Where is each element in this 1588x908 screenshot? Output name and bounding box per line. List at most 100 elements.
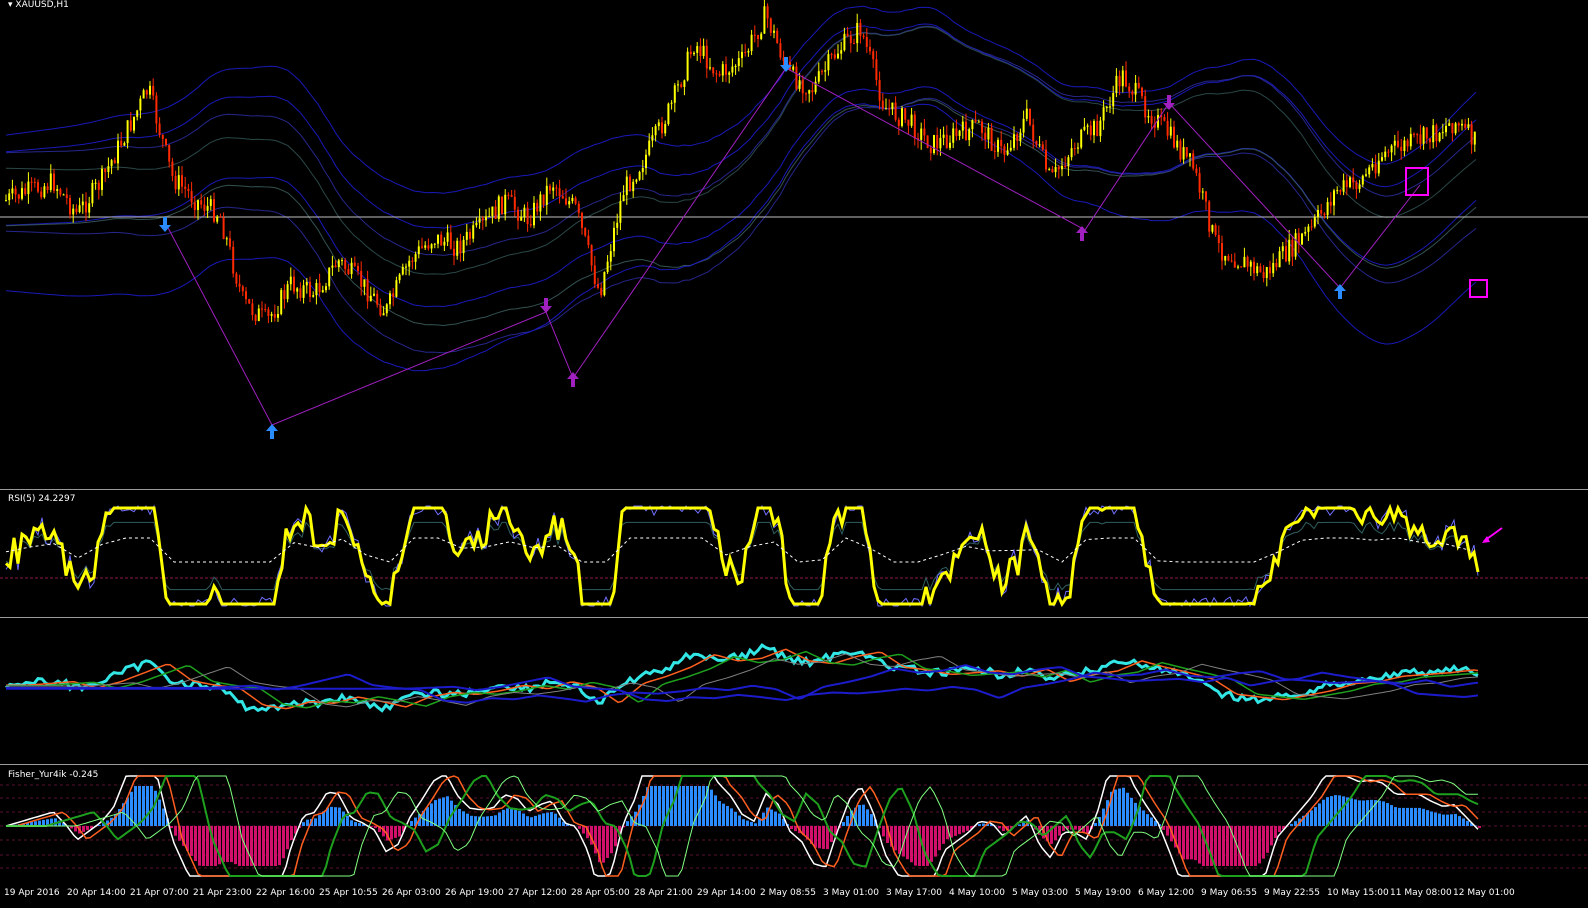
candle-body bbox=[369, 295, 372, 302]
candle-body bbox=[344, 260, 347, 269]
fisher-histogram-bar bbox=[1322, 799, 1325, 826]
envelope-band bbox=[5, 97, 1477, 354]
candle-body bbox=[657, 122, 660, 127]
candle-body bbox=[625, 176, 628, 196]
candle-body bbox=[293, 276, 295, 292]
fisher-histogram-bar bbox=[226, 826, 229, 863]
time-axis-label: 25 Apr 10:55 bbox=[319, 888, 378, 898]
fisher-histogram-bar bbox=[626, 821, 629, 826]
candle-body bbox=[878, 80, 881, 101]
candle-body bbox=[97, 182, 100, 190]
candle-body bbox=[334, 265, 337, 268]
fisher-histogram-bar bbox=[482, 816, 485, 826]
up-arrow-icon bbox=[567, 372, 579, 387]
candle-body bbox=[929, 147, 932, 153]
fisher-histogram-bar bbox=[894, 826, 897, 851]
candle-body bbox=[805, 93, 807, 95]
fisher-histogram-bar bbox=[374, 826, 377, 829]
candle-body bbox=[760, 33, 763, 39]
fisher-histogram-bar bbox=[162, 808, 165, 826]
candle-body bbox=[1345, 180, 1348, 188]
candle-body bbox=[1445, 125, 1447, 133]
candle-body bbox=[1208, 201, 1211, 232]
candle-body bbox=[475, 222, 478, 226]
candle-body bbox=[1080, 129, 1083, 148]
candle-body bbox=[1022, 118, 1025, 133]
candle-body bbox=[1249, 261, 1252, 267]
candle-body bbox=[1185, 147, 1188, 157]
candle-body bbox=[200, 200, 203, 205]
candle-body bbox=[328, 267, 331, 287]
candle-body bbox=[533, 202, 535, 226]
pane-divider-rsi[interactable] bbox=[0, 489, 1588, 490]
fisher-histogram-bar bbox=[302, 822, 305, 826]
candle-body bbox=[1003, 146, 1006, 155]
price-pane[interactable] bbox=[0, 0, 1588, 908]
fisher-histogram-bar bbox=[954, 826, 957, 836]
candle-body bbox=[254, 314, 257, 321]
candle-body bbox=[549, 185, 551, 191]
fisher-histogram-bar bbox=[718, 801, 721, 826]
pane-divider-fisher[interactable] bbox=[0, 764, 1588, 765]
candle-body bbox=[325, 286, 327, 291]
candle-body bbox=[536, 202, 539, 212]
candle-body bbox=[987, 127, 990, 140]
candle-body bbox=[958, 130, 961, 136]
candle-body bbox=[1448, 123, 1451, 126]
fisher-histogram-bar bbox=[278, 826, 281, 866]
fisher-histogram-bar bbox=[1382, 801, 1385, 826]
candle-body bbox=[891, 102, 894, 110]
fisher-histogram-bar bbox=[1146, 814, 1149, 826]
candle-body bbox=[190, 191, 193, 203]
candle-body bbox=[1128, 86, 1131, 92]
fisher-histogram-bar bbox=[1406, 807, 1409, 826]
fisher-histogram-bar bbox=[206, 826, 209, 866]
candle-body bbox=[430, 244, 433, 249]
candle-body bbox=[1368, 167, 1371, 175]
fisher-histogram-bar bbox=[1162, 826, 1165, 830]
fisher-histogram-bar bbox=[1386, 803, 1389, 826]
candle-body bbox=[309, 281, 311, 297]
fisher-histogram-bar bbox=[746, 820, 749, 826]
candle-body bbox=[715, 73, 718, 75]
candle-body bbox=[1313, 217, 1316, 227]
fisher-histogram-bar bbox=[938, 826, 941, 851]
fisher-histogram-bar bbox=[466, 813, 469, 826]
candle-body bbox=[1099, 120, 1102, 137]
candle-body bbox=[437, 234, 439, 244]
fisher-histogram-bar bbox=[682, 786, 685, 826]
candle-body bbox=[376, 293, 379, 305]
fisher-histogram-bar bbox=[1434, 812, 1437, 826]
fisher-histogram-bar bbox=[270, 826, 273, 866]
candle-body bbox=[203, 204, 206, 211]
candle-body bbox=[5, 200, 7, 202]
candle-body bbox=[392, 293, 395, 297]
trading-chart-window[interactable]: ▾ XAUUSD,H1 RSI(5) 24.2297 Fisher_Yur4ik… bbox=[0, 0, 1588, 908]
candle-body bbox=[1397, 140, 1399, 147]
candle-body bbox=[1288, 239, 1291, 262]
candle-body bbox=[689, 51, 692, 55]
fisher-histogram-bar bbox=[1442, 814, 1445, 826]
fisher-histogram-bar bbox=[534, 815, 537, 826]
pane-divider-ma[interactable] bbox=[0, 617, 1588, 618]
collapse-triangle-icon[interactable]: ▾ bbox=[8, 0, 13, 10]
candle-body bbox=[382, 313, 385, 316]
time-axis-label: 5 May 19:00 bbox=[1075, 888, 1131, 898]
candle-body bbox=[792, 66, 795, 70]
candle-body bbox=[632, 181, 635, 192]
candle-body bbox=[574, 197, 577, 204]
candle-body bbox=[773, 30, 775, 33]
fisher-histogram-bar bbox=[350, 820, 353, 826]
candle-body bbox=[69, 198, 71, 215]
candle-body bbox=[174, 175, 177, 190]
candle-body bbox=[161, 134, 164, 140]
fisher-histogram-bar bbox=[1290, 823, 1293, 826]
candle-body bbox=[568, 201, 571, 205]
candle-body bbox=[667, 103, 670, 125]
candle-body bbox=[795, 66, 798, 89]
fisher-histogram-bar bbox=[1218, 826, 1221, 866]
candle-body bbox=[389, 293, 391, 305]
fisher-histogram-bar bbox=[602, 826, 605, 863]
candle-body bbox=[449, 232, 452, 249]
fisher-histogram-bar bbox=[846, 816, 849, 826]
